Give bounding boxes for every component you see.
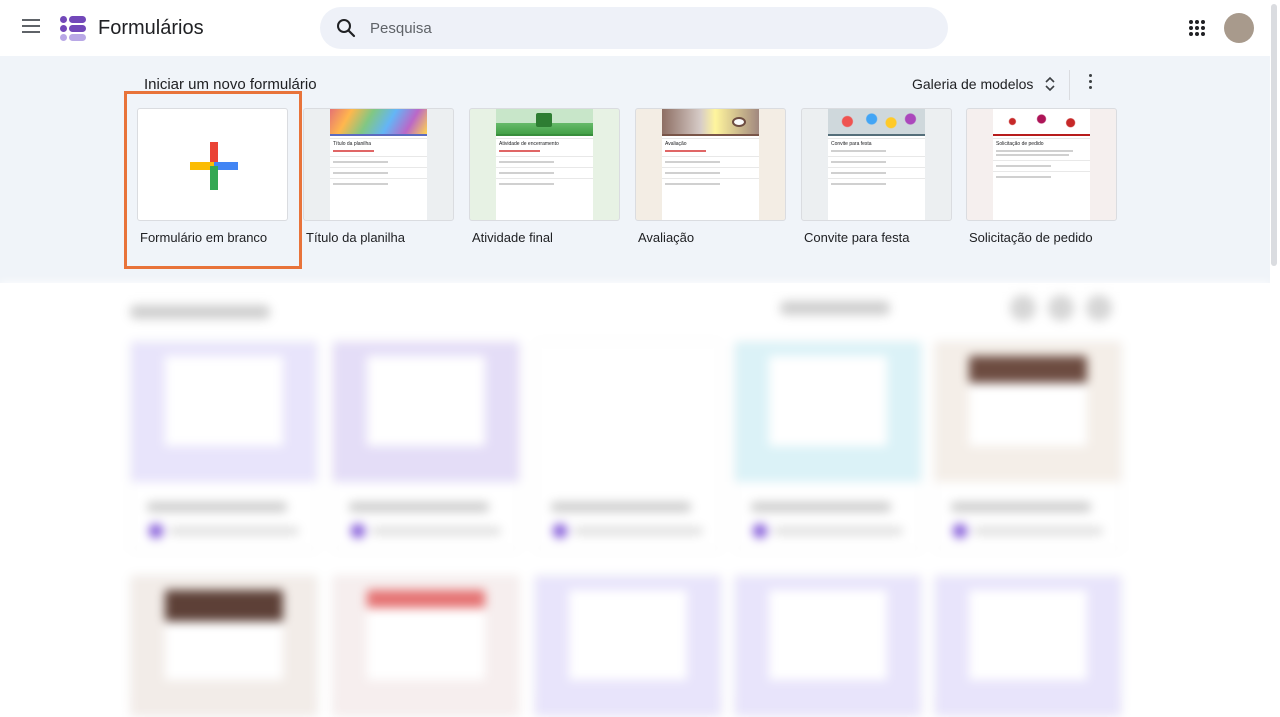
template-order-request[interactable]: Solicitação de pedido Solicitação de ped… <box>966 108 1117 245</box>
top-app-bar: Formulários <box>0 0 1280 56</box>
recent-form-card <box>934 341 1122 551</box>
recent-form-card <box>332 341 520 551</box>
recent-forms-section <box>0 283 1270 717</box>
template-gallery-section: Iniciar um novo formulário Galeria de mo… <box>0 56 1270 283</box>
template-label: Título da planilha <box>306 230 406 245</box>
template-feedback[interactable]: Avaliação Avaliação <box>635 108 786 245</box>
account-avatar[interactable] <box>1224 13 1254 43</box>
search-bar[interactable] <box>320 7 948 49</box>
mini-form-title: Solicitação de pedido <box>996 141 1044 147</box>
sort-icon <box>1048 295 1074 321</box>
page-scrollbar[interactable] <box>1271 4 1277 266</box>
template-label: Convite para festa <box>804 230 910 245</box>
search-icon[interactable] <box>336 18 356 38</box>
recent-form-card <box>534 575 722 717</box>
template-label: Atividade final <box>472 230 553 245</box>
highlight-box <box>124 91 302 269</box>
mini-form-title: Avaliação <box>665 141 687 147</box>
template-thumbnail[interactable]: Solicitação de pedido <box>966 108 1117 221</box>
template-gallery-button[interactable]: Galeria de modelos <box>912 72 1055 96</box>
recent-forms-heading-blurred <box>130 305 270 319</box>
app-title[interactable]: Formulários <box>98 17 204 40</box>
recent-form-card <box>734 575 922 717</box>
folder-icon <box>1086 295 1112 321</box>
template-party-invite[interactable]: Convite para festa Convite para festa <box>801 108 952 245</box>
recent-form-card <box>734 341 922 551</box>
template-thumbnail[interactable]: Avaliação <box>635 108 786 221</box>
hamburger-menu-icon[interactable] <box>22 19 40 33</box>
template-final-activity[interactable]: Atividade de encerramento Atividade fina… <box>469 108 620 245</box>
divider <box>1069 70 1070 100</box>
recent-form-card <box>332 575 520 717</box>
mini-form-title: Título da planilha <box>333 141 372 147</box>
template-label: Solicitação de pedido <box>969 230 1093 245</box>
more-options-icon[interactable] <box>1085 74 1095 92</box>
search-input[interactable] <box>370 7 930 49</box>
template-thumbnail[interactable]: Convite para festa <box>801 108 952 221</box>
recent-form-card <box>130 575 318 717</box>
unfold-icon <box>1045 76 1055 92</box>
recent-form-card <box>534 341 722 551</box>
template-label: Avaliação <box>638 230 695 245</box>
view-toggle-icon <box>1010 295 1036 321</box>
google-apps-icon[interactable] <box>1189 20 1205 36</box>
template-gallery-label: Galeria de modelos <box>912 76 1034 92</box>
template-thumbnail[interactable]: Título da planilha <box>303 108 454 221</box>
recent-form-card <box>130 341 318 551</box>
mini-form-title: Atividade de encerramento <box>499 141 559 147</box>
template-worksheet[interactable]: Título da planilha Título da planilha <box>303 108 454 245</box>
owner-filter-blurred <box>780 301 890 315</box>
recent-form-card <box>934 575 1122 717</box>
mini-form-title: Convite para festa <box>831 141 872 147</box>
forms-logo-icon[interactable] <box>58 13 88 43</box>
template-thumbnail[interactable]: Atividade de encerramento <box>469 108 620 221</box>
